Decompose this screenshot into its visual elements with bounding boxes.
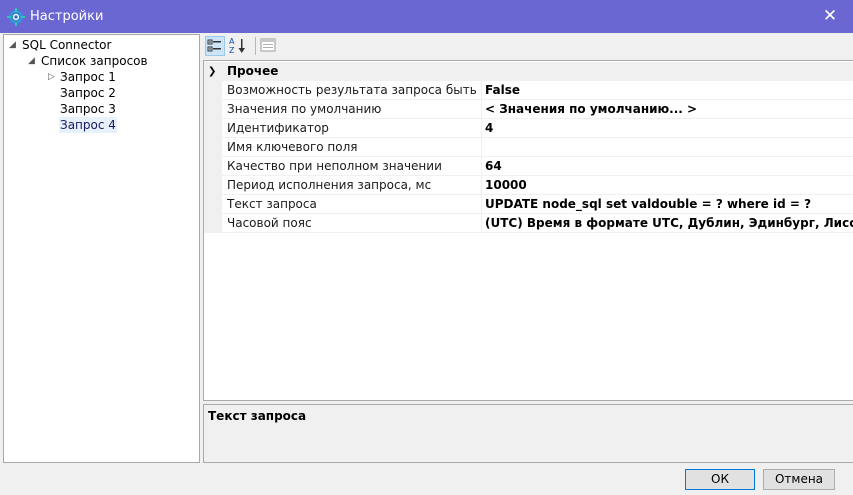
property-name: Качество при неполном значении: [227, 159, 442, 173]
row-gutter: [204, 214, 222, 233]
property-value[interactable]: False: [485, 81, 853, 99]
collapsed-arrow-icon[interactable]: ▷: [48, 69, 55, 85]
property-row[interactable]: Значения по умолчанию < Значения по умол…: [204, 100, 853, 119]
column-divider[interactable]: [481, 195, 482, 214]
row-gutter: [204, 119, 222, 138]
column-divider[interactable]: [481, 157, 482, 176]
property-value[interactable]: UPDATE node_sql set valdouble = ? where …: [485, 195, 853, 213]
row-gutter: [204, 81, 222, 100]
column-divider[interactable]: [481, 119, 482, 138]
property-value[interactable]: < Значения по умолчанию... >: [485, 100, 853, 118]
row-gutter: [204, 138, 222, 157]
categorized-button[interactable]: [205, 36, 225, 56]
expanded-arrow-icon[interactable]: ◢: [9, 37, 16, 53]
description-title: Текст запроса: [208, 409, 307, 423]
svg-text:A: A: [229, 37, 235, 46]
property-row[interactable]: Текст запроса UPDATE node_sql set valdou…: [204, 195, 853, 214]
property-row[interactable]: Возможность результата запроса быть пуст…: [204, 81, 853, 100]
category-row[interactable]: ❯ Прочее: [204, 62, 853, 81]
cancel-button[interactable]: Отмена: [763, 469, 835, 490]
property-value[interactable]: 4: [485, 119, 853, 137]
tree-node-query-selected[interactable]: Запрос 4: [59, 117, 117, 133]
tree-node-root[interactable]: SQL Connector: [22, 37, 111, 53]
toolbar-separator: [255, 37, 256, 55]
sort-alphabetical-button[interactable]: A Z: [228, 36, 248, 56]
property-row[interactable]: Имя ключевого поля: [204, 138, 853, 157]
column-divider[interactable]: [481, 214, 482, 233]
column-divider[interactable]: [481, 100, 482, 119]
row-gutter: [204, 176, 222, 195]
property-row[interactable]: Качество при неполном значении 64: [204, 157, 853, 176]
settings-tree[interactable]: ◢ SQL Connector ◢ Список запросов ▷ Запр…: [3, 34, 200, 463]
property-name: Идентификатор: [227, 121, 329, 135]
category-label: Прочее: [227, 64, 279, 78]
ok-button[interactable]: ОК: [685, 469, 755, 490]
property-pages-icon: [260, 38, 276, 52]
property-name: Период исполнения запроса, мс: [227, 178, 432, 192]
description-panel: Текст запроса: [203, 404, 853, 463]
row-gutter: [204, 157, 222, 176]
tree-node-query[interactable]: Запрос 2: [60, 85, 116, 101]
property-row[interactable]: Идентификатор 4: [204, 119, 853, 138]
property-value[interactable]: 10000: [485, 176, 853, 194]
property-row[interactable]: Период исполнения запроса, мс 10000: [204, 176, 853, 195]
tree-node-query[interactable]: Запрос 1: [60, 69, 116, 85]
property-name: Текст запроса: [227, 197, 317, 211]
window-title: Настройки: [30, 9, 104, 24]
svg-text:Z: Z: [229, 46, 235, 55]
property-pages-button[interactable]: [259, 36, 279, 56]
close-icon: ✕: [822, 6, 838, 26]
property-grid: ❯ Прочее Возможность результата запроса …: [203, 60, 853, 401]
categorized-icon: [207, 39, 221, 52]
property-toolbar: A Z: [203, 34, 853, 58]
tree-node-query[interactable]: Запрос 3: [60, 101, 116, 117]
column-divider[interactable]: [481, 138, 482, 157]
property-value[interactable]: [485, 138, 853, 156]
close-button[interactable]: ✕: [807, 0, 853, 33]
property-name: Часовой пояс: [227, 216, 312, 230]
property-name: Возможность результата запроса быть пуст…: [227, 83, 480, 97]
column-divider[interactable]: [481, 176, 482, 195]
property-name: Имя ключевого поля: [227, 140, 358, 154]
sort-az-icon: A Z: [229, 37, 245, 55]
app-gear-icon: [7, 8, 25, 26]
property-value[interactable]: (UTC) Время в формате UTC, Дублин, Эдинб…: [485, 214, 853, 232]
property-value[interactable]: 64: [485, 157, 853, 175]
title-bar: Настройки ✕: [0, 0, 853, 33]
chevron-down-icon[interactable]: ❯: [208, 62, 216, 81]
row-gutter: [204, 100, 222, 119]
property-row[interactable]: Часовой пояс (UTC) Время в формате UTC, …: [204, 214, 853, 233]
row-gutter: [204, 195, 222, 214]
property-name: Значения по умолчанию: [227, 102, 382, 116]
expanded-arrow-icon[interactable]: ◢: [28, 53, 35, 69]
column-divider[interactable]: [481, 81, 482, 100]
tree-node-query-list[interactable]: Список запросов: [41, 53, 148, 69]
